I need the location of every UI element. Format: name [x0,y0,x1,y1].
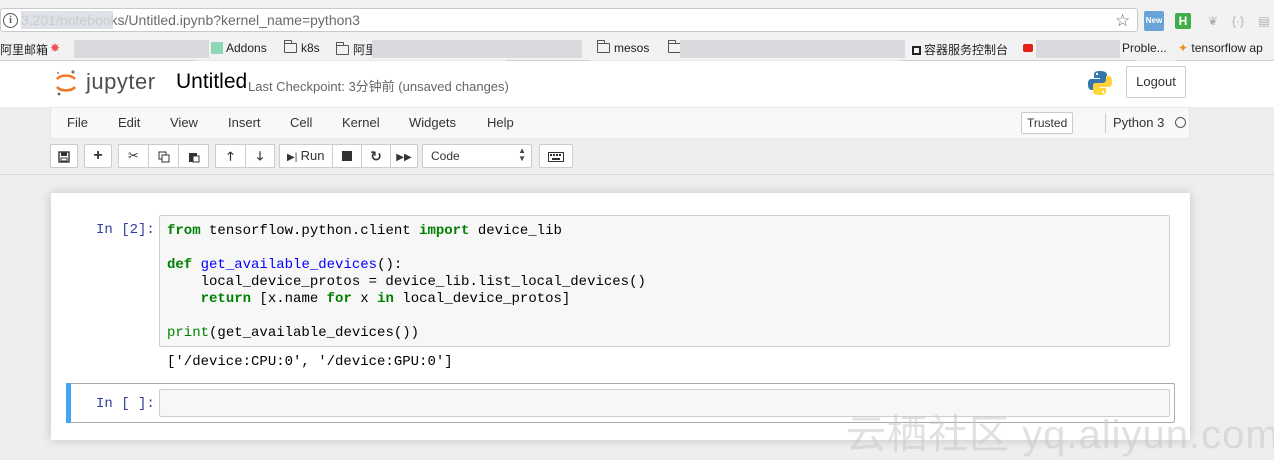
paste-button[interactable] [178,144,209,168]
redaction-blur [372,40,582,58]
new-badge-icon[interactable]: New [1144,11,1164,31]
menu-edit[interactable]: Edit [118,115,140,130]
url-redaction [21,11,113,29]
kernel-name: Python 3 [1113,115,1165,130]
square-icon [912,46,921,55]
menu-view[interactable]: View [170,115,198,130]
cell-output: ['/device:CPU:0', '/device:GPU:0'] [167,354,453,370]
bookmark-ali[interactable]: 阿里 [336,41,377,58]
code-line-1: from tensorflow.python.client import dev… [167,223,562,239]
jupyter-logo-text[interactable]: jupyter [86,69,156,95]
header-divider [0,174,1274,175]
logout-button[interactable]: Logout [1126,66,1186,98]
cut-button[interactable]: ✂ [118,144,149,168]
star-bookmark-icon[interactable]: ✸ [50,41,60,55]
paste-icon [188,152,199,163]
save-button[interactable] [50,144,78,168]
input-prompt: In [ ]: [96,396,155,412]
kernel-idle-icon [1175,117,1186,128]
python-logo-icon [1088,71,1112,95]
leaf-icon[interactable]: ❦ [1203,11,1223,31]
restart-run-all-button[interactable]: ▶▶ [390,144,418,168]
menu-insert[interactable]: Insert [228,115,261,130]
bookmark-container-console[interactable]: 容器服务控制台 [912,41,1008,58]
menu-cell[interactable]: Cell [290,115,312,130]
command-palette-button[interactable] [539,144,573,168]
bookmark-mail[interactable]: 阿里邮箱 [0,41,48,58]
jupyter-logo-icon[interactable] [54,69,78,97]
arrow-up-icon: 🡑 [227,149,234,163]
code-line-5: return [x.name for x in local_device_pro… [200,291,571,307]
cell-type-select[interactable]: Code ▲ ▼ [422,144,532,168]
code-input-area[interactable]: from tensorflow.python.client import dev… [159,215,1170,347]
code-brackets-icon[interactable]: {·} [1228,11,1248,31]
stop-icon [342,151,352,161]
selection-indicator [66,383,71,423]
scissors-icon: ✂ [128,148,139,163]
tensorflow-icon: ✦ [1178,41,1189,55]
input-prompt: In [2]: [96,222,155,238]
menu-help[interactable]: Help [487,115,514,130]
folder-icon [336,42,349,55]
code-line-3: def get_available_devices(): [167,257,403,273]
copy-button[interactable] [148,144,179,168]
bookmark-mesos[interactable]: mesos [597,40,650,55]
code-line-7: print(get_available_devices()) [167,325,420,341]
select-arrows-icon: ▲ ▼ [518,146,526,163]
bookmark-label: Addons [226,41,267,55]
bookmark-label: mesos [614,41,650,55]
move-up-button[interactable]: 🡑 [215,144,246,168]
youtube-icon [1023,41,1033,55]
save-icon [58,151,70,163]
folder-icon [597,40,610,53]
bookmark-addons[interactable]: Addons [211,41,267,55]
browser-address-bar: i 3.201/notebooks/Untitled.ipynb?kernel_… [0,0,1274,39]
menu-widgets[interactable]: Widgets [409,115,456,130]
run-button[interactable]: ▶| Run [279,144,333,168]
divider [1105,113,1106,133]
printer-icon[interactable]: ▤ [1254,11,1274,31]
bookmark-label: 容器服务控制台 [924,43,1009,57]
move-down-button[interactable]: 🡓 [245,144,275,168]
info-icon[interactable]: i [3,13,18,28]
code-line-4: local_device_protos = device_lib.list_lo… [167,274,646,290]
fast-forward-icon: ▶▶ [396,152,412,163]
plus-icon: + [93,147,103,164]
notebook-toolbar: + ✂ 🡑 🡓 ▶| Run ↻ ▶▶ Code ▲ ▼ [50,144,1190,170]
bookmark-star-icon[interactable]: ☆ [1115,11,1130,31]
trusted-indicator[interactable]: Trusted [1021,112,1074,134]
cell-type-value: Code [431,149,460,163]
web-icon [211,42,223,54]
jupyter-header: jupyter Untitled Last Checkpoint: 3分钟前 (… [0,61,1274,107]
menu-kernel[interactable]: Kernel [342,115,380,130]
arrow-down-icon: 🡓 [256,149,264,163]
menu-file[interactable]: File [67,115,88,130]
folder-icon [284,40,297,53]
keyboard-icon [548,151,564,162]
copy-icon [158,151,169,163]
watermark: 云栖社区 yq.aliyun.com [846,413,1274,457]
interrupt-button[interactable] [332,144,362,168]
insert-cell-button[interactable]: + [84,144,112,168]
notebook-name[interactable]: Untitled [176,70,247,94]
step-forward-icon: ▶| [287,152,298,163]
h-extension-icon[interactable]: H [1175,13,1191,29]
bookmark-k8s[interactable]: k8s [284,40,320,55]
bookmark-label: k8s [301,41,320,55]
url-field[interactable]: i 3.201/notebooks/Untitled.ipynb?kernel_… [0,8,1138,32]
redaction-blur [680,40,905,58]
run-label: Run [300,148,325,163]
bookmark-tensorflow[interactable]: ✦ tensorflow ap [1178,41,1263,55]
restart-button[interactable]: ↻ [361,144,391,168]
checkpoint-status: Last Checkpoint: 3分钟前 (unsaved changes) [248,79,509,94]
refresh-icon: ↻ [370,148,382,164]
redaction-blur [74,40,209,58]
redaction-blur [1036,40,1120,58]
menubar: File Edit View Insert Cell Kernel Widget… [50,107,1190,139]
bookmark-label: tensorflow ap [1191,41,1263,55]
bookmark-problems[interactable]: Proble... [1122,41,1167,55]
